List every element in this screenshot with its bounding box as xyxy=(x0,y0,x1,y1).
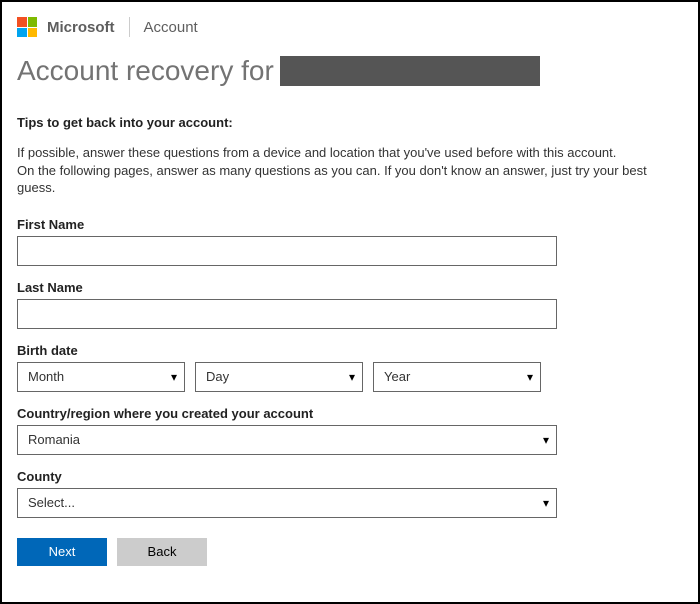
county-select[interactable]: Select... xyxy=(17,488,557,518)
last-name-label: Last Name xyxy=(17,280,683,295)
country-label: Country/region where you created your ac… xyxy=(17,406,683,421)
year-select-wrap: Year xyxy=(373,362,541,392)
tips-line-2: On the following pages, answer as many q… xyxy=(17,163,647,196)
first-name-input[interactable] xyxy=(17,236,557,266)
header-divider xyxy=(129,17,130,37)
birth-date-row: Month Day Year xyxy=(17,362,683,392)
year-select[interactable]: Year xyxy=(373,362,541,392)
header: Microsoft Account xyxy=(17,17,683,37)
header-section: Account xyxy=(144,19,198,36)
next-button[interactable]: Next xyxy=(17,538,107,566)
redacted-account-identifier xyxy=(280,56,540,86)
button-row: Next Back xyxy=(17,538,683,566)
tips-heading: Tips to get back into your account: xyxy=(17,115,683,130)
page-title: Account recovery for xyxy=(17,55,274,87)
brand-name: Microsoft xyxy=(47,19,115,36)
county-select-wrap: Select... xyxy=(17,488,557,518)
microsoft-logo-icon xyxy=(17,17,37,37)
page-title-row: Account recovery for xyxy=(17,55,683,87)
back-button[interactable]: Back xyxy=(117,538,207,566)
first-name-label: First Name xyxy=(17,217,683,232)
county-label: County xyxy=(17,469,683,484)
month-select[interactable]: Month xyxy=(17,362,185,392)
day-select-wrap: Day xyxy=(195,362,363,392)
country-select[interactable]: Romania xyxy=(17,425,557,455)
month-select-wrap: Month xyxy=(17,362,185,392)
birth-date-label: Birth date xyxy=(17,343,683,358)
tips-line-1: If possible, answer these questions from… xyxy=(17,145,616,160)
day-select[interactable]: Day xyxy=(195,362,363,392)
last-name-input[interactable] xyxy=(17,299,557,329)
tips-text: If possible, answer these questions from… xyxy=(17,144,683,197)
country-select-wrap: Romania xyxy=(17,425,557,455)
